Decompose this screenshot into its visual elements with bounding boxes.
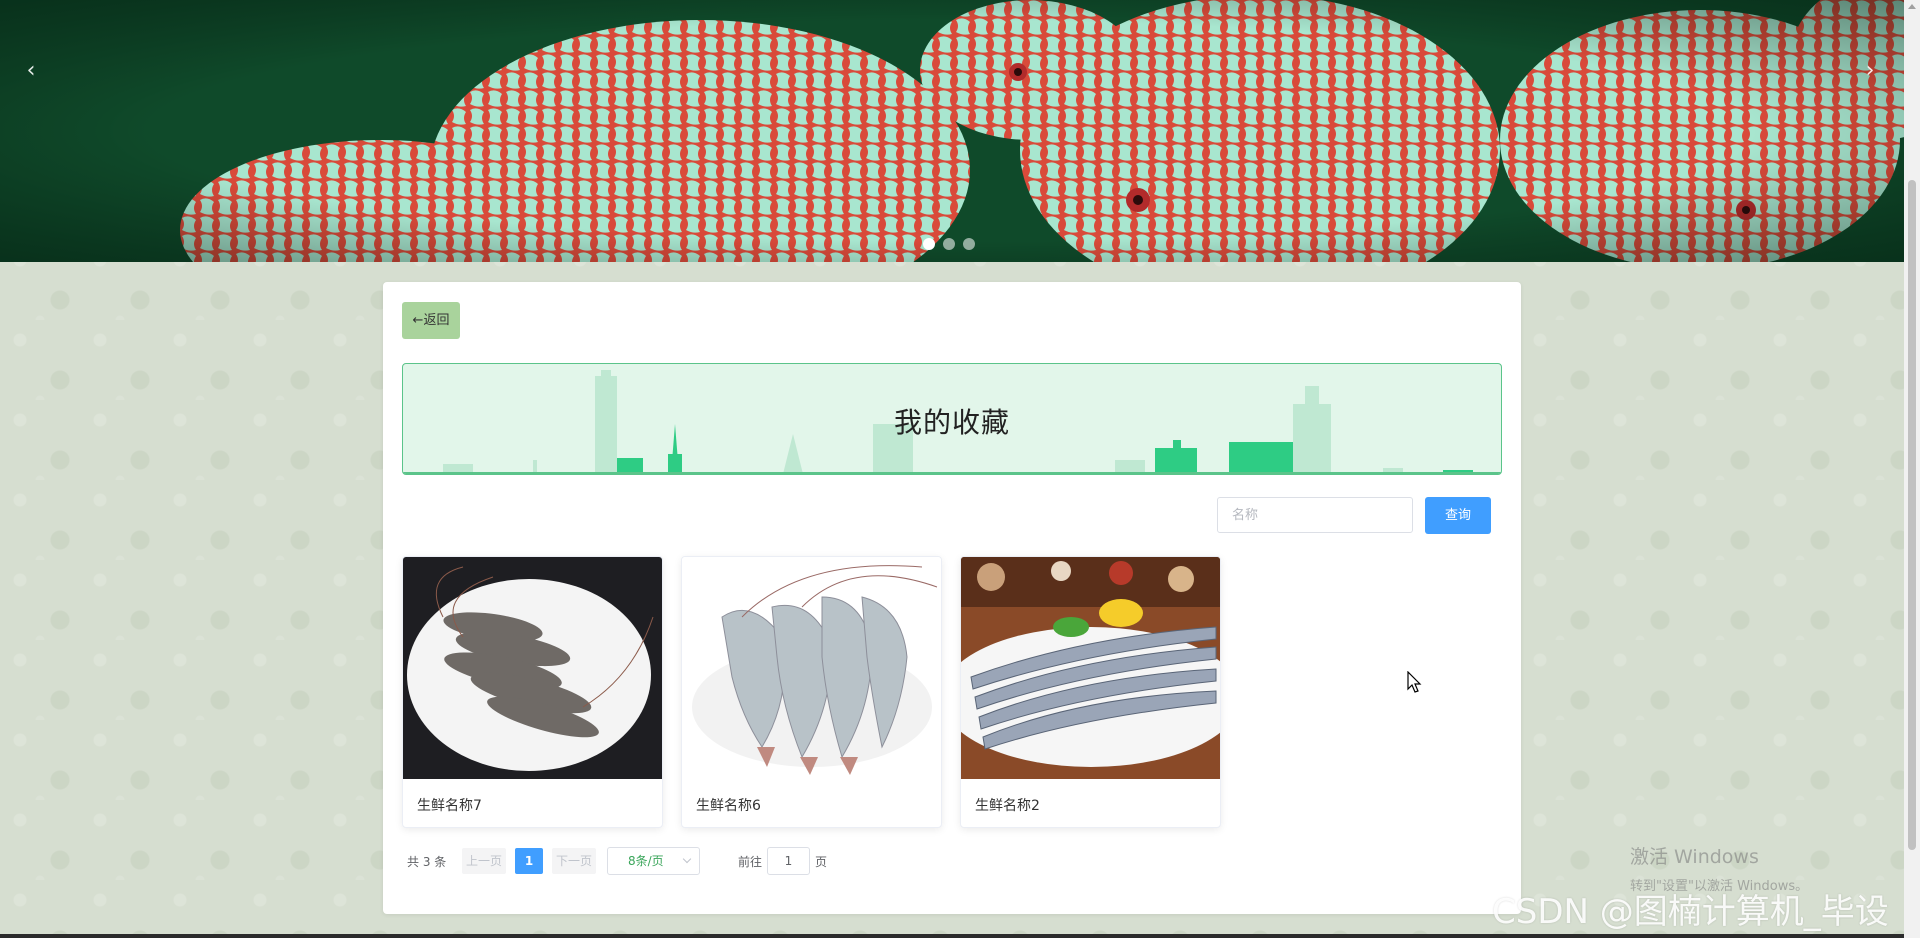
carousel-dot-2[interactable] bbox=[943, 238, 955, 250]
pagination-page-1[interactable]: 1 bbox=[515, 848, 543, 874]
page-title: 我的收藏 bbox=[893, 406, 1010, 439]
page-size-value: 8条/页 bbox=[628, 854, 664, 868]
carousel-slide-fish-image bbox=[0, 0, 1904, 262]
pagination-total: 共 3 条 bbox=[407, 855, 447, 869]
scroll-up-arrow-icon[interactable] bbox=[1908, 4, 1916, 9]
windows-activation-title: 激活 Windows bbox=[1630, 846, 1759, 868]
pagination-goto-input[interactable] bbox=[767, 847, 810, 875]
product-card[interactable]: 生鲜名称6 bbox=[681, 556, 942, 828]
product-name: 生鲜名称7 bbox=[417, 798, 482, 814]
title-banner: 我的收藏 bbox=[402, 363, 1502, 475]
scrollbar-thumb[interactable] bbox=[1908, 180, 1916, 850]
carousel-next-arrow[interactable]: › bbox=[1858, 56, 1882, 86]
page-size-select[interactable]: 8条/页 bbox=[607, 847, 700, 875]
product-card[interactable]: 生鲜名称7 bbox=[402, 556, 663, 828]
carousel-indicators bbox=[923, 238, 975, 250]
chevron-down-icon bbox=[682, 854, 692, 864]
watermark-text: CSDN @图楠计算机_毕设 bbox=[1492, 892, 1889, 932]
product-card[interactable]: 生鲜名称2 bbox=[960, 556, 1221, 828]
name-search-input[interactable] bbox=[1217, 497, 1413, 533]
product-image-raw-prawns bbox=[682, 557, 941, 779]
page-scrollbar[interactable] bbox=[1904, 0, 1920, 938]
product-name: 生鲜名称6 bbox=[696, 798, 761, 814]
search-button[interactable]: 查询 bbox=[1425, 497, 1491, 534]
pagination-next-button[interactable]: 下一页 bbox=[552, 848, 596, 874]
product-name: 生鲜名称2 bbox=[975, 798, 1040, 814]
favorites-panel: ←返回 我的收藏 查询 bbox=[383, 282, 1521, 914]
pagination-page-suffix: 页 bbox=[815, 855, 828, 869]
pagination-prev-button[interactable]: 上一页 bbox=[462, 848, 506, 874]
image-carousel[interactable]: ‹ › bbox=[0, 0, 1904, 262]
product-image-shrimp-on-plate bbox=[403, 557, 662, 779]
product-image-saury-fish-plate bbox=[961, 557, 1220, 779]
carousel-dot-1[interactable] bbox=[923, 238, 935, 250]
pagination-goto-label: 前往 bbox=[738, 855, 763, 869]
mouse-cursor-icon bbox=[1407, 671, 1422, 693]
carousel-dot-3[interactable] bbox=[963, 238, 975, 250]
taskbar-edge bbox=[0, 934, 1904, 938]
back-button[interactable]: ←返回 bbox=[402, 302, 460, 339]
carousel-prev-arrow[interactable]: ‹ bbox=[19, 56, 43, 86]
